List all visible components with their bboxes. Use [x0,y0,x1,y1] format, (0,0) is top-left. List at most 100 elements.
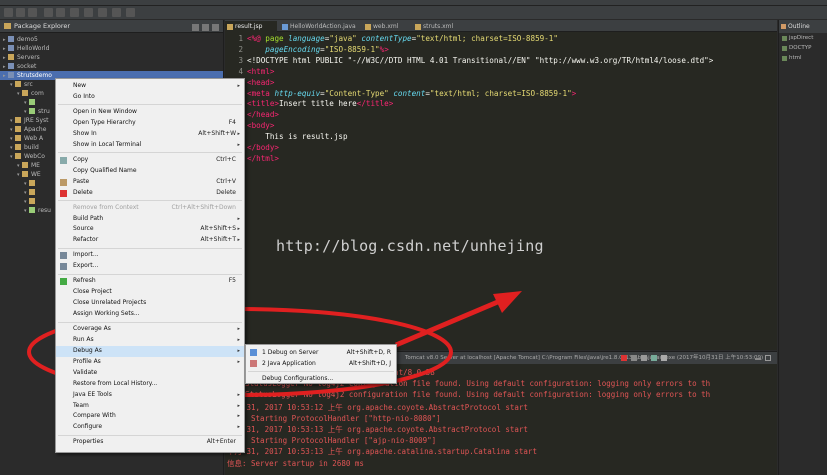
outline-item[interactable]: jspDirect [779,33,827,43]
tab-result-jsp[interactable]: result.jsp [225,21,277,32]
menu-item-profile-as[interactable]: Profile As ▸ [56,357,244,368]
project-icon [29,207,35,213]
toolbar-icon[interactable] [4,8,13,17]
link-with-editor-icon[interactable] [202,24,209,31]
outline-item[interactable]: DOCTYP [779,43,827,53]
toolbar-icon[interactable] [16,8,25,17]
code-view[interactable]: 1 <%@ page language="java" contentType="t… [225,33,777,350]
view-menu-icon[interactable] [212,24,219,31]
menu-item-validate[interactable]: Validate [56,368,244,379]
menu-item-show-in-local-terminal[interactable]: Show in Local Terminal ▸ [56,140,244,151]
menu-shortcut: Alt+Enter [206,438,236,446]
menu-item-import[interactable]: Import... [56,250,244,261]
menu-item-export[interactable]: Export... [56,261,244,272]
menu-item-coverage-as[interactable]: Coverage As ▸ [56,324,244,335]
code-line: pageEncoding="ISO-8859-1"%> [247,45,388,54]
menu-item-source[interactable]: Source Alt+Shift+S ▸ [56,224,244,235]
menu-item-restore-from-local-history[interactable]: Restore from Local History... [56,379,244,390]
file-icon [282,24,288,30]
scroll-lock-icon[interactable] [651,355,657,361]
menu-item-run-as[interactable]: Run As ▸ [56,335,244,346]
menu-item-debug-as[interactable]: Debug As ▸ [56,346,244,357]
code-token: contentType [361,34,412,43]
code-token: </head> [247,110,280,120]
menu-item-properties[interactable]: Properties Alt+Enter [56,437,244,448]
menu-item-copy[interactable]: Copy Ctrl+C [56,155,244,166]
project-icon [15,81,21,87]
toolbar-icon[interactable] [112,8,121,17]
outline-panel: Outline jspDirect DOCTYP html [778,20,827,475]
outline-item[interactable]: html [779,53,827,63]
menu-item-configure[interactable]: Configure ▸ [56,422,244,433]
submenu-arrow-icon: ▸ [237,237,240,244]
maximize-icon[interactable] [765,355,771,361]
code-token: <head> [247,77,275,87]
tab-helloworldaction-java[interactable]: HelloWorldAction.java [280,21,360,32]
tree-item-label: stru [38,108,50,115]
collapse-all-icon[interactable] [192,24,199,31]
toolbar-icon[interactable] [84,8,93,17]
menu-shortcut: F4 [228,118,236,126]
menu-separator [58,199,242,201]
tree-item[interactable]: ▸ demo5 [0,35,223,44]
toolbar-icon[interactable] [28,8,37,17]
menu-item-label: Open in New Window [73,108,137,115]
toolbar-icon[interactable] [98,8,107,17]
console-line: 十月 31, 2017 10:53:12 上午 org.apache.coyot… [227,402,528,412]
toolbar-icon[interactable] [70,8,79,17]
menu-item-label: Show in Local Terminal [73,140,142,148]
minimize-icon[interactable] [755,358,761,360]
server-icon [250,349,257,356]
submenu-item-debug-configurations[interactable]: Debug Configurations... [246,373,396,384]
tab-label: struts.xml [423,23,454,30]
menu-item-java-ee-tools[interactable]: Java EE Tools ▸ [56,390,244,401]
clear-console-icon[interactable] [641,355,647,361]
project-icon [8,63,14,69]
menu-item-assign-working-sets[interactable]: Assign Working Sets... [56,309,244,320]
tree-item-label: Strutsdemo [17,72,52,79]
menu-item-build-path[interactable]: Build Path ▸ [56,214,244,225]
toolbar-icon[interactable] [44,8,53,17]
submenu-item-label: Debug Configurations... [262,375,334,382]
menu-item-compare-with[interactable]: Compare With ▸ [56,411,244,422]
menu-item-close-project[interactable]: Close Project [56,287,244,298]
menu-item-refresh[interactable]: Refresh F5 [56,276,244,287]
submenu-item-2-java-application[interactable]: 2 Java Application Alt+Shift+D, J [246,358,396,369]
tree-item-label: HelloWorld [17,45,50,52]
project-icon [29,189,35,195]
tab-struts-xml[interactable]: struts.xml [413,21,458,32]
menu-item-refactor[interactable]: Refactor Alt+Shift+T ▸ [56,235,244,246]
project-icon [29,99,35,105]
tree-item[interactable]: ▸ socket [0,62,223,71]
submenu-item-1-debug-on-server[interactable]: 1 Debug on Server Alt+Shift+D, R [246,347,396,358]
package-explorer-title: Package Explorer [14,22,71,30]
menu-item-label: Debug As [73,347,102,354]
remove-launch-icon[interactable] [631,355,637,361]
terminate-icon[interactable] [621,355,627,361]
code-token: <!DOCTYPE html PUBLIC "-//W3C//DTD HTML … [247,55,714,65]
menu-item-paste[interactable]: Paste Ctrl+V [56,177,244,188]
line-number: 2 [238,44,243,54]
toolbar-icon[interactable] [126,8,135,17]
menu-item-open-type-hierarchy[interactable]: Open Type Hierarchy F4 [56,118,244,129]
project-icon [29,198,35,204]
tab-web-xml[interactable]: web.xml [363,21,410,32]
outline-title: Outline [779,20,827,33]
menu-item-team[interactable]: Team ▸ [56,401,244,412]
menu-item-close-unrelated-projects[interactable]: Close Unrelated Projects [56,298,244,309]
menu-item-open-in-new-window[interactable]: Open in New Window [56,107,244,118]
menu-item-copy-qualified-name[interactable]: Copy Qualified Name [56,166,244,177]
menu-item-label: Validate [73,368,98,376]
tree-item[interactable]: ▸ Servers [0,53,223,62]
tree-item[interactable]: ▸ HelloWorld [0,44,223,53]
pin-console-icon[interactable] [661,355,667,361]
menu-separator [248,370,394,372]
package-explorer-icon [4,23,11,29]
menu-item-new[interactable]: New ▸ [56,81,244,92]
menu-item-delete[interactable]: Delete Delete [56,188,244,199]
menu-separator [58,321,242,323]
toolbar-icon[interactable] [56,8,65,17]
menu-item-show-in[interactable]: Show In Alt+Shift+W ▸ [56,129,244,140]
menu-item-go-into[interactable]: Go Into [56,92,244,103]
tree-item-label: com [31,90,44,97]
